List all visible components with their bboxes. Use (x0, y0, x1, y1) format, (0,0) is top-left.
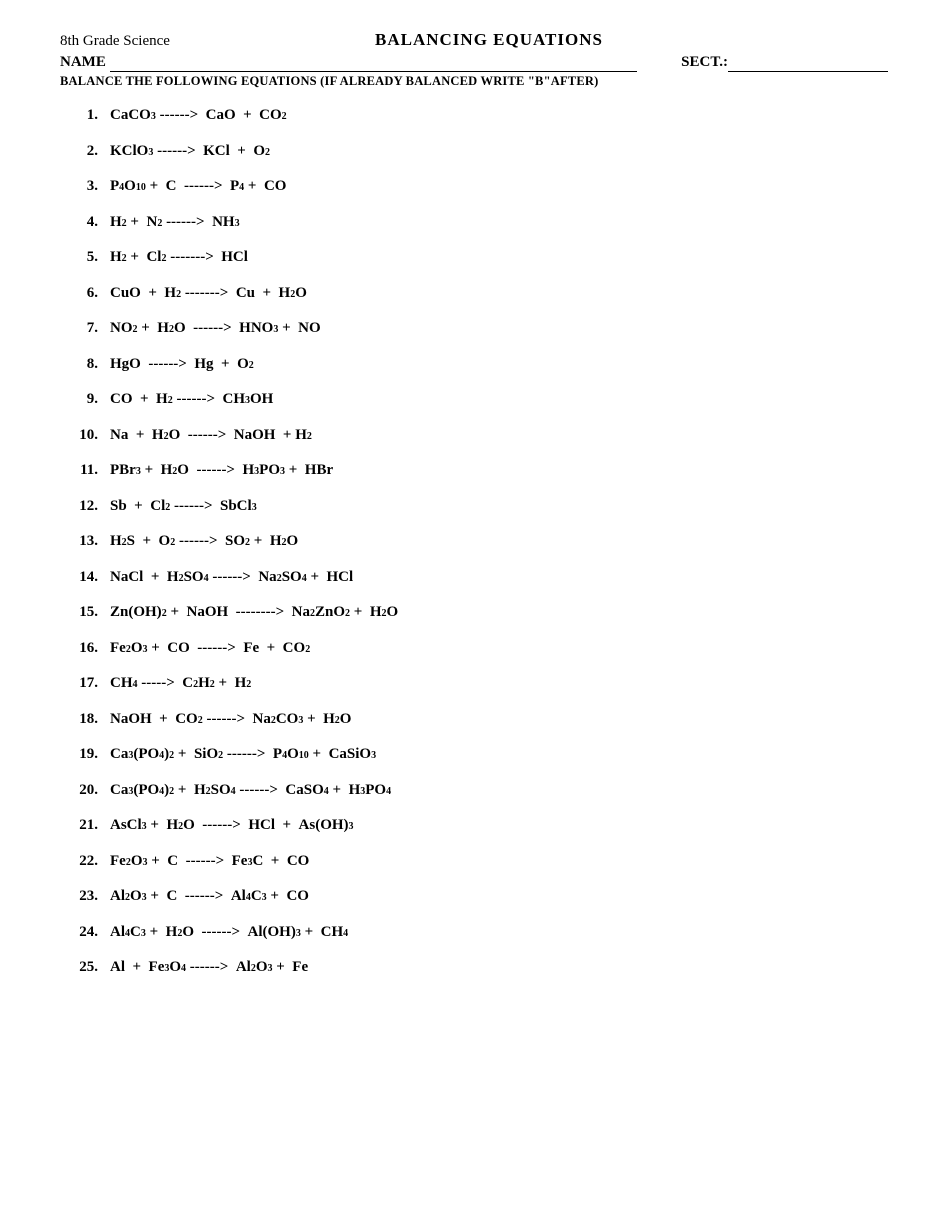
equation-body: HgO ------> Hg + O2 (110, 352, 254, 378)
subject-label: 8th Grade Science (60, 33, 170, 50)
equation-number: 5. (60, 245, 110, 271)
equation-body: Al + Fe3O4 ------> Al2O3 + Fe (110, 955, 308, 981)
equation-body: Al2O3 + C ------> Al4C3 + CO (110, 884, 309, 910)
equation-body: KClO3 ------> KCl + O2 (110, 139, 270, 165)
equation-number: 17. (60, 671, 110, 697)
instructions-text: BALANCE THE FOLLOWING EQUATIONS (IF ALRE… (60, 74, 888, 89)
equation-number: 14. (60, 565, 110, 591)
equation-row: 14.NaCl + H2SO4 ------> Na2SO4 + HCl (60, 565, 888, 591)
equations-list: 1.CaCO3 ------> CaO + CO22.KClO3 ------>… (60, 103, 888, 981)
equation-row: 2.KClO3 ------> KCl + O2 (60, 139, 888, 165)
equation-number: 8. (60, 352, 110, 378)
equation-row: 15.Zn(OH)2 + NaOH --------> Na2ZnO2 + H2… (60, 600, 888, 626)
equation-body: Fe2O3 + CO ------> Fe + CO2 (110, 636, 310, 662)
equation-number: 12. (60, 494, 110, 520)
equation-body: Fe2O3 + C ------> Fe3C + CO (110, 849, 309, 875)
equation-body: Na + H2O ------> NaOH + H2 (110, 423, 312, 449)
equation-number: 7. (60, 316, 110, 342)
equation-row: 13.H2S + O2 ------> SO2 + H2O (60, 529, 888, 555)
equation-number: 25. (60, 955, 110, 981)
equation-number: 23. (60, 884, 110, 910)
equation-row: 12.Sb + Cl2 ------> SbCl3 (60, 494, 888, 520)
name-sect-row: NAME SECT.: (60, 54, 888, 72)
equation-number: 22. (60, 849, 110, 875)
equation-row: 8.HgO ------> Hg + O2 (60, 352, 888, 378)
equation-body: CuO + H2 -------> Cu + H2O (110, 281, 307, 307)
header-row: 8th Grade Science BALANCING EQUATIONS (60, 30, 888, 50)
equation-number: 20. (60, 778, 110, 804)
equation-row: 9.CO + H2 ------> CH3OH (60, 387, 888, 413)
equation-body: AsCl3 + H2O ------> HCl + As(OH)3 (110, 813, 354, 839)
equation-body: NaCl + H2SO4 ------> Na2SO4 + HCl (110, 565, 353, 591)
equation-body: Al4C3 + H2O ------> Al(OH)3 + CH4 (110, 920, 348, 946)
equation-number: 10. (60, 423, 110, 449)
equation-row: 19.Ca3(PO4)2 + SiO2 ------> P4O10 + CaSi… (60, 742, 888, 768)
page-title: BALANCING EQUATIONS (170, 30, 808, 50)
equation-row: 20.Ca3(PO4)2 + H2SO4 ------> CaSO4 + H3P… (60, 778, 888, 804)
equation-body: NO2 + H2O ------> HNO3 + NO (110, 316, 321, 342)
equation-row: 22.Fe2O3 + C ------> Fe3C + CO (60, 849, 888, 875)
equation-row: 6.CuO + H2 -------> Cu + H2O (60, 281, 888, 307)
equation-number: 21. (60, 813, 110, 839)
equation-row: 25.Al + Fe3O4 ------> Al2O3 + Fe (60, 955, 888, 981)
equation-number: 6. (60, 281, 110, 307)
equation-body: Ca3(PO4)2 + H2SO4 ------> CaSO4 + H3PO4 (110, 778, 391, 804)
page-container: 8th Grade Science BALANCING EQUATIONS NA… (60, 30, 888, 981)
equation-body: PBr3 + H2O ------> H3PO3 + HBr (110, 458, 333, 484)
equation-row: 21.AsCl3 + H2O ------> HCl + As(OH)3 (60, 813, 888, 839)
equation-body: H2S + O2 ------> SO2 + H2O (110, 529, 298, 555)
equation-body: CaCO3 ------> CaO + CO2 (110, 103, 287, 129)
equation-row: 1.CaCO3 ------> CaO + CO2 (60, 103, 888, 129)
sect-label: SECT.: (681, 54, 728, 71)
equation-row: 16.Fe2O3 + CO ------> Fe + CO2 (60, 636, 888, 662)
equation-row: 23.Al2O3 + C ------> Al4C3 + CO (60, 884, 888, 910)
equation-number: 11. (60, 458, 110, 484)
equation-row: 3.P4O10 + C ------> P4 + CO (60, 174, 888, 200)
equation-row: 5.H2 + Cl2 -------> HCl (60, 245, 888, 271)
equation-row: 17.CH4 -----> C2H2 + H2 (60, 671, 888, 697)
equation-number: 1. (60, 103, 110, 129)
equation-number: 16. (60, 636, 110, 662)
equation-number: 2. (60, 139, 110, 165)
equation-body: CH4 -----> C2H2 + H2 (110, 671, 251, 697)
equation-row: 10.Na + H2O ------> NaOH + H2 (60, 423, 888, 449)
equation-number: 24. (60, 920, 110, 946)
equation-row: 18.NaOH + CO2 ------> Na2CO3 + H2O (60, 707, 888, 733)
equation-body: Sb + Cl2 ------> SbCl3 (110, 494, 257, 520)
equation-number: 13. (60, 529, 110, 555)
equation-body: P4O10 + C ------> P4 + CO (110, 174, 286, 200)
equation-body: H2 + Cl2 -------> HCl (110, 245, 248, 271)
equation-number: 9. (60, 387, 110, 413)
equation-row: 11.PBr3 + H2O ------> H3PO3 + HBr (60, 458, 888, 484)
equation-number: 3. (60, 174, 110, 200)
equation-number: 18. (60, 707, 110, 733)
name-label: NAME (60, 54, 106, 71)
equation-number: 19. (60, 742, 110, 768)
equation-body: CO + H2 ------> CH3OH (110, 387, 273, 413)
equation-row: 24.Al4C3 + H2O ------> Al(OH)3 + CH4 (60, 920, 888, 946)
equation-row: 4.H2 + N2 ------> NH3 (60, 210, 888, 236)
equation-number: 15. (60, 600, 110, 626)
name-underline[interactable] (110, 54, 637, 72)
equation-body: NaOH + CO2 ------> Na2CO3 + H2O (110, 707, 351, 733)
equation-row: 7.NO2 + H2O ------> HNO3 + NO (60, 316, 888, 342)
equation-number: 4. (60, 210, 110, 236)
equation-body: Zn(OH)2 + NaOH --------> Na2ZnO2 + H2O (110, 600, 398, 626)
sect-underline[interactable] (728, 54, 888, 72)
equation-body: H2 + N2 ------> NH3 (110, 210, 240, 236)
equation-body: Ca3(PO4)2 + SiO2 ------> P4O10 + CaSiO3 (110, 742, 376, 768)
